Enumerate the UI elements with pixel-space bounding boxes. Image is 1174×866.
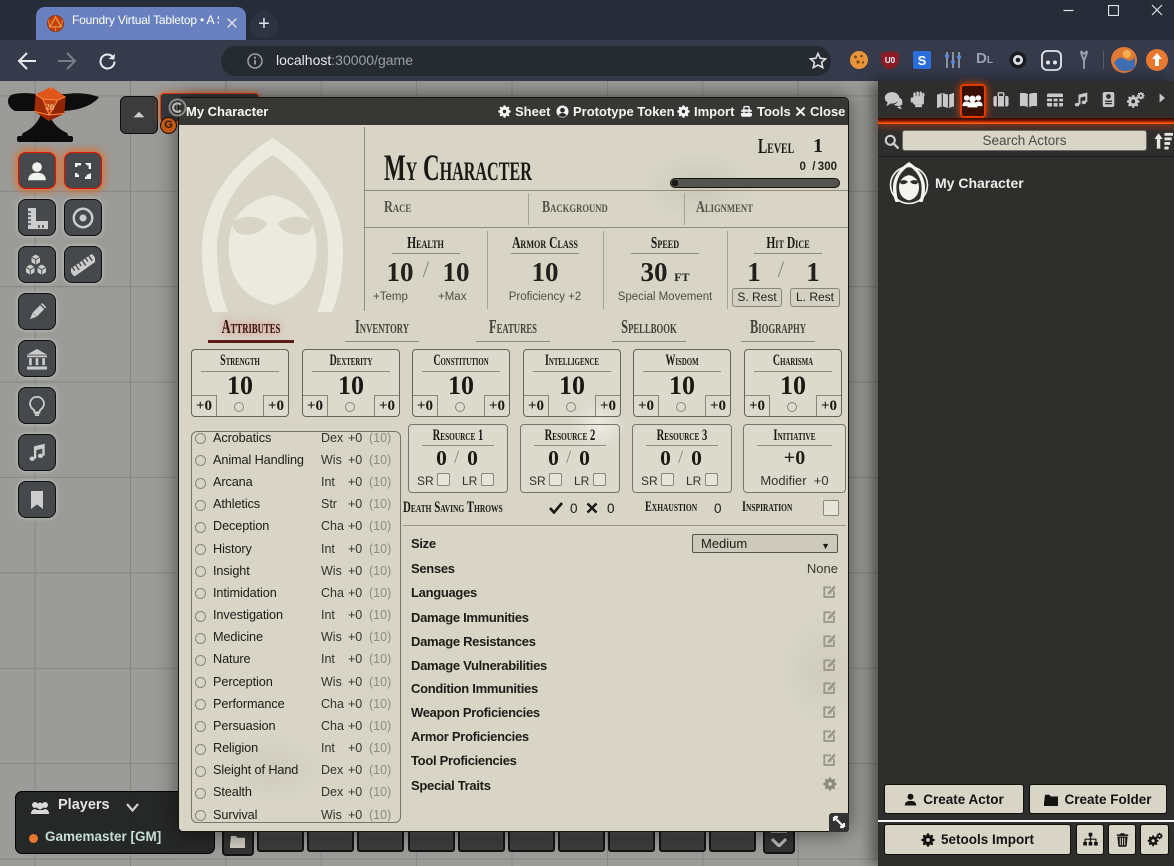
svg-text:20: 20: [45, 102, 55, 113]
svg-text:U0: U0: [885, 56, 896, 65]
svg-text:S: S: [918, 53, 927, 68]
